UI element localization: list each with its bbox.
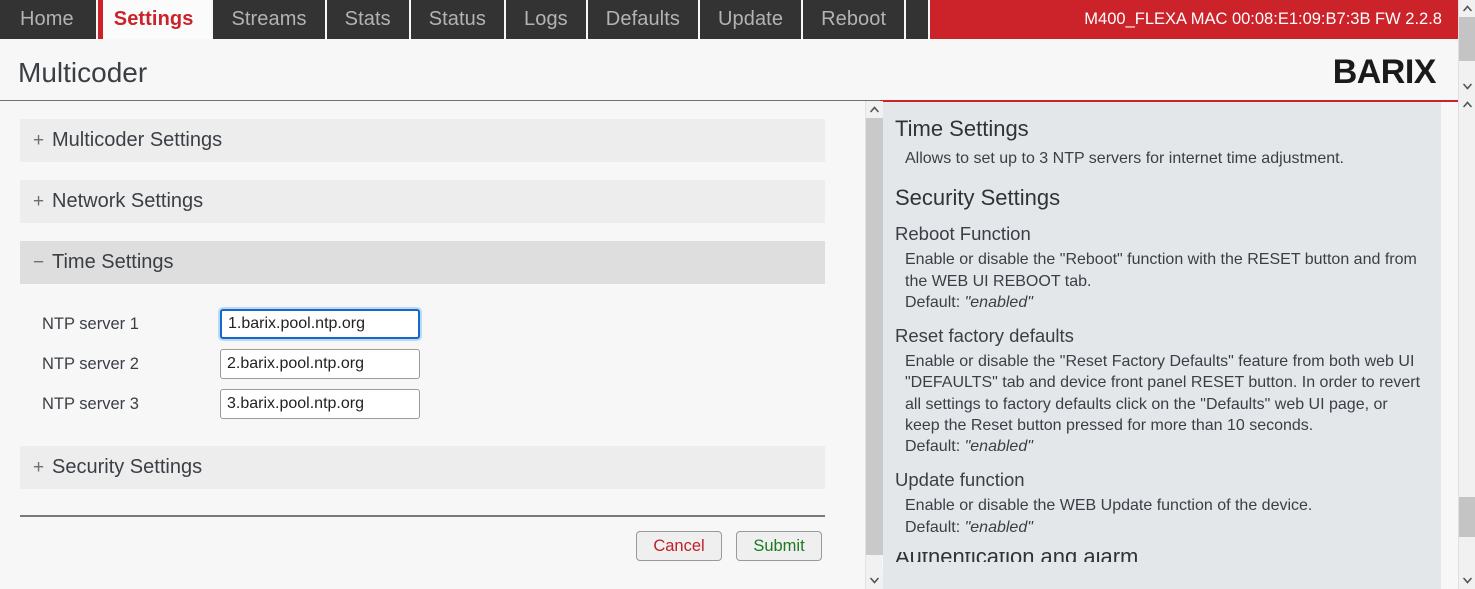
default-value: "enabled" xyxy=(965,438,1033,455)
form-row-ntp-server-2: NTP server 2 xyxy=(20,344,825,384)
label-ntp-server-3: NTP server 3 xyxy=(20,395,220,414)
accordion-time-settings[interactable]: − Time Settings xyxy=(20,241,825,284)
nav-tab-defaults[interactable]: Defaults xyxy=(588,0,700,39)
help-body: Enable or disable the "Reset Factory Def… xyxy=(905,353,1420,434)
nav-tab-settings[interactable]: Settings xyxy=(98,0,214,39)
input-ntp-server-1[interactable] xyxy=(220,309,420,339)
help-heading-security-settings: Security Settings xyxy=(895,185,1425,211)
time-settings-form: NTP server 1 NTP server 2 NTP server 3 xyxy=(20,304,825,424)
settings-panel: + Multicoder Settings + Network Settings… xyxy=(0,101,865,589)
page-scroll-up-icon[interactable] xyxy=(1459,0,1475,17)
default-label: Default: xyxy=(905,519,960,536)
help-heading-update-function: Update function xyxy=(895,469,1425,491)
help-heading-partially-visible: Authentication and alarm xyxy=(895,552,1425,562)
page-scrollbar[interactable] xyxy=(1458,0,1475,589)
scrollbar-thumb[interactable] xyxy=(866,118,883,555)
accordion-multicoder-settings[interactable]: + Multicoder Settings xyxy=(20,119,825,162)
page-titlebar: Multicoder BARIX xyxy=(0,39,1458,101)
accordion-label: Time Settings xyxy=(52,251,174,274)
help-text-reset-factory-defaults: Enable or disable the "Reset Factory Def… xyxy=(905,351,1425,457)
minus-icon: − xyxy=(33,252,51,274)
help-heading-time-settings: Time Settings xyxy=(895,116,1425,142)
accordion-security-settings[interactable]: + Security Settings xyxy=(20,446,825,489)
settings-panel-scrollbar[interactable] xyxy=(865,101,882,589)
form-actions: Cancel Submit xyxy=(20,531,825,561)
form-row-ntp-server-3: NTP server 3 xyxy=(20,384,825,424)
nav-tab-update[interactable]: Update xyxy=(700,0,803,39)
help-default-line: Default: "enabled" xyxy=(905,292,1425,313)
plus-icon: + xyxy=(33,191,51,213)
scroll-up-icon[interactable] xyxy=(866,101,883,118)
scroll-down-icon[interactable] xyxy=(866,572,883,589)
help-default-line: Default: "enabled" xyxy=(905,436,1425,457)
settings-panel-content: + Multicoder Settings + Network Settings… xyxy=(0,101,845,561)
help-documentation-panel: Time Settings Allows to set up to 3 NTP … xyxy=(883,102,1441,589)
submit-button[interactable]: Submit xyxy=(736,531,822,561)
form-row-ntp-server-1: NTP server 1 xyxy=(20,304,825,344)
help-body: Enable or disable the "Reboot" function … xyxy=(905,251,1417,289)
page-title: Multicoder xyxy=(18,57,147,89)
help-heading-reboot-function: Reboot Function xyxy=(895,223,1425,245)
inner-scroll-up-icon[interactable] xyxy=(1459,96,1475,113)
nav-tab-stats[interactable]: Stats xyxy=(327,0,411,39)
page-scroll-down-icon[interactable] xyxy=(1459,78,1475,95)
input-ntp-server-2[interactable] xyxy=(220,349,420,379)
input-ntp-server-3[interactable] xyxy=(220,389,420,419)
main-navbar: Home Settings Streams Stats Status Logs … xyxy=(0,0,1458,39)
cancel-button[interactable]: Cancel xyxy=(636,531,722,561)
help-body: Enable or disable the WEB Update functio… xyxy=(905,497,1312,514)
help-heading-reset-factory-defaults: Reset factory defaults xyxy=(895,325,1425,347)
nav-tab-reboot[interactable]: Reboot xyxy=(803,0,906,39)
help-panel-scrollbar-thumb[interactable] xyxy=(1459,497,1475,537)
default-value: "enabled" xyxy=(965,519,1033,536)
plus-icon: + xyxy=(33,457,51,479)
nav-tab-home[interactable]: Home xyxy=(0,0,98,39)
help-text-time-settings: Allows to set up to 3 NTP servers for in… xyxy=(905,148,1425,169)
application-window: Home Settings Streams Stats Status Logs … xyxy=(0,0,1475,589)
device-info-label: M400_FLEXA MAC 00:08:E1:09:B7:3B FW 2.2.… xyxy=(930,0,1458,39)
barix-logo: BARIX xyxy=(1333,53,1436,92)
inner-scroll-down-icon[interactable] xyxy=(1459,572,1475,589)
help-text-update-function: Enable or disable the WEB Update functio… xyxy=(905,495,1425,538)
nav-tab-streams[interactable]: Streams xyxy=(213,0,326,39)
nav-tab-status[interactable]: Status xyxy=(411,0,506,39)
nav-tab-logs[interactable]: Logs xyxy=(506,0,588,39)
form-divider xyxy=(20,515,825,517)
plus-icon: + xyxy=(33,130,51,152)
accordion-label: Network Settings xyxy=(52,190,203,213)
nav-tab-list: Home Settings Streams Stats Status Logs … xyxy=(0,0,930,39)
page-scrollbar-thumb[interactable] xyxy=(1459,17,1475,61)
help-default-line: Default: "enabled" xyxy=(905,517,1425,538)
help-text-reboot-function: Enable or disable the "Reboot" function … xyxy=(905,249,1425,313)
accordion-network-settings[interactable]: + Network Settings xyxy=(20,180,825,223)
label-ntp-server-2: NTP server 2 xyxy=(20,355,220,374)
default-value: "enabled" xyxy=(965,294,1033,311)
accordion-label: Security Settings xyxy=(52,456,202,479)
accordion-label: Multicoder Settings xyxy=(52,129,222,152)
default-label: Default: xyxy=(905,438,960,455)
default-label: Default: xyxy=(905,294,960,311)
label-ntp-server-1: NTP server 1 xyxy=(20,315,220,334)
nav-tab-filler xyxy=(906,0,930,39)
